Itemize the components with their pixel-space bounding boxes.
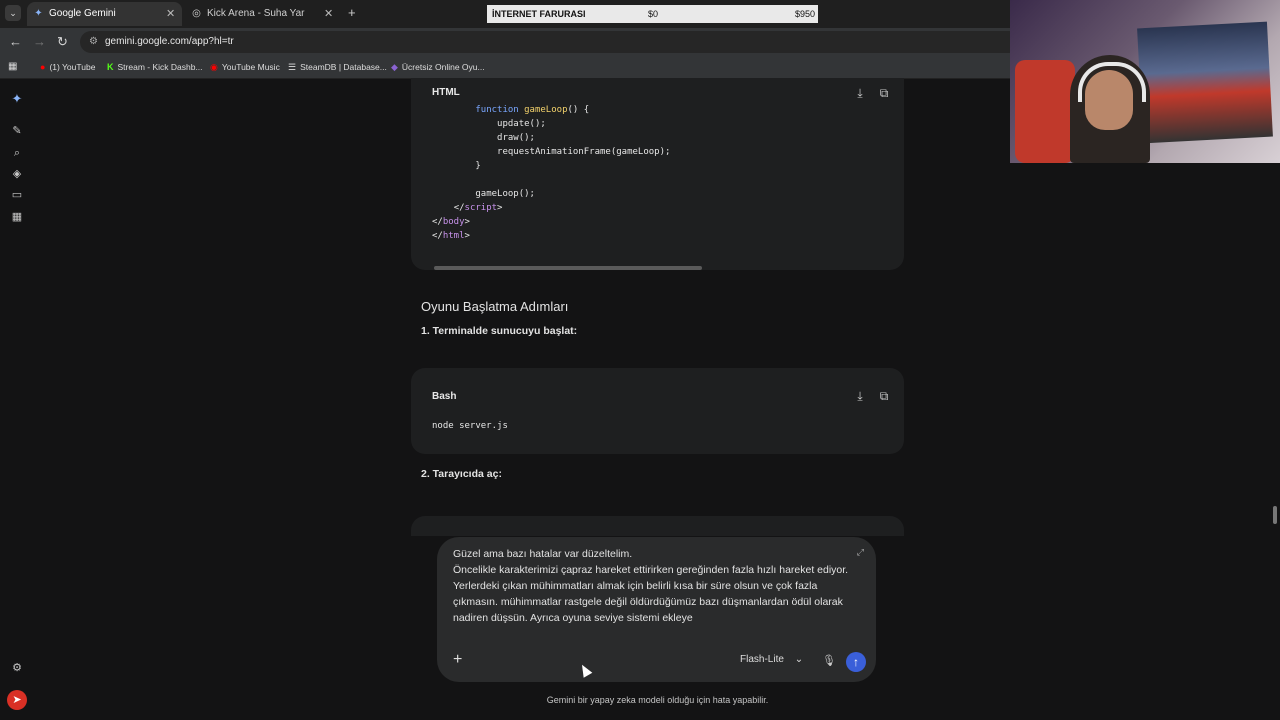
code-content: node server.js (432, 421, 508, 431)
code-block-partial (411, 516, 904, 536)
copy-icon[interactable]: ⧉ (877, 389, 891, 403)
bookmark-label: Ücretsiz Online Oyu... (401, 62, 485, 72)
step-2: 2. Tarayıcıda aç: (421, 468, 502, 480)
address-bar[interactable]: ⚙ gemini.google.com/app?hl=tr (80, 31, 1020, 53)
tab-search-button[interactable]: ⌄ (5, 5, 21, 21)
model-label: Flash-Lite (740, 654, 784, 665)
wall-poster (1137, 21, 1273, 144)
ticker-goal: $950 (795, 9, 816, 19)
section-title: Oyunu Başlatma Adımları (421, 299, 569, 314)
gemini-logo-icon[interactable]: ✦ (10, 92, 24, 106)
code-token: body (442, 217, 465, 227)
code-line: requestAnimationFrame(gameLoop); (432, 145, 670, 159)
webcam-overlay (1010, 0, 1280, 163)
globe-icon: ◎ (192, 8, 201, 19)
search-icon[interactable]: ⌕ (10, 146, 24, 160)
library-icon[interactable]: ▭ (10, 188, 24, 202)
code-scrollbar[interactable] (434, 266, 702, 270)
code-token: () { (567, 105, 590, 115)
code-line: function gameLoop() { (432, 103, 670, 117)
tab-kick-arena[interactable]: ◎ Kick Arena - Suha Yar ✕ (185, 2, 340, 26)
code-line: update(); (432, 117, 670, 131)
code-token: </ (453, 203, 465, 213)
game-icon: ◆ (391, 62, 398, 72)
gems-icon[interactable]: ◈ (10, 167, 24, 181)
url-text: gemini.google.com/app?hl=tr (105, 36, 234, 47)
code-line: draw(); (432, 131, 670, 145)
code-line: </html> (432, 229, 670, 243)
code-line: </body> (432, 215, 670, 229)
code-token: } (475, 161, 481, 171)
code-token: script (464, 203, 498, 213)
code-content: function gameLoop() { update(); draw(); … (432, 103, 670, 243)
prompt-box[interactable]: Güzel ama bazı hatalar var düzeltelim. Ö… (437, 537, 876, 682)
send-button[interactable]: ↑ (846, 652, 866, 672)
code-block-bash: Bash ⤓ ⧉ node server.js (411, 368, 904, 454)
code-token: > (497, 203, 503, 213)
bookmark-youtube[interactable]: ● (1) YouTube (40, 56, 95, 78)
code-token: html (442, 231, 465, 241)
tab-title: Kick Arena - Suha Yar (207, 8, 305, 19)
kick-icon: K (107, 62, 114, 72)
bookmark-label: Stream - Kick Dashb... (117, 62, 203, 72)
tab-title: Google Gemini (49, 8, 116, 19)
settings-icon[interactable]: ⚙ (10, 661, 24, 675)
page-scrollbar[interactable] (1273, 506, 1277, 524)
back-icon[interactable]: ← (9, 34, 22, 50)
close-tab-icon[interactable]: ✕ (166, 2, 175, 26)
code-token: update(); (497, 119, 546, 129)
code-token: gameLoop(); (475, 189, 535, 199)
new-tab-button[interactable]: + (348, 6, 356, 20)
code-token: requestAnimationFrame(gameLoop); (497, 147, 671, 157)
site-info-icon[interactable]: ⚙ (89, 36, 98, 48)
step-1: 1. Terminalde sunucuyu başlat: (421, 325, 578, 337)
code-line: } (432, 159, 670, 173)
code-token: function (475, 105, 519, 115)
model-selector[interactable]: Flash-Lite ⌄ (740, 654, 803, 665)
ticker-current: $0 (648, 9, 659, 19)
code-line: </script> (432, 201, 670, 215)
code-token: draw(); (497, 133, 535, 143)
donation-ticker: İNTERNET FARURASI $0 $950 (487, 5, 818, 23)
forward-icon[interactable]: → (33, 34, 46, 50)
download-icon[interactable]: ⤓ (853, 389, 867, 403)
gemini-icon: ✦ (34, 8, 43, 19)
youtube-icon: ● (40, 62, 46, 72)
apps-icon[interactable]: ▦ (10, 210, 24, 224)
code-token: </ (432, 217, 443, 227)
code-token: > (464, 217, 470, 227)
prompt-input[interactable]: Güzel ama bazı hatalar var düzeltelim. Ö… (453, 546, 853, 626)
gaming-chair (1015, 60, 1075, 163)
code-token: > (464, 231, 470, 241)
steamdb-icon: ☰ (288, 62, 297, 72)
code-token: </ (432, 231, 443, 241)
close-tab-icon[interactable]: ✕ (324, 2, 333, 26)
bookmark-youtube-music[interactable]: ◉ YouTube Music (210, 56, 280, 78)
add-attachment-button[interactable]: + (453, 652, 462, 668)
bookmark-steamdb[interactable]: ☰ SteamDB | Database... (288, 56, 387, 78)
youtube-music-icon: ◉ (210, 62, 218, 72)
download-icon[interactable]: ⤓ (853, 86, 867, 100)
tab-google-gemini[interactable]: ✦ Google Gemini ✕ (27, 2, 182, 26)
reload-icon[interactable]: ↻ (57, 34, 68, 50)
code-language-label: HTML (432, 87, 460, 98)
new-chat-icon[interactable]: ✎ (10, 124, 24, 138)
chevron-down-icon: ⌄ (794, 654, 804, 665)
bookmark-online-games[interactable]: ◆ Ücretsiz Online Oyu... (391, 56, 485, 78)
code-token: gameLoop (518, 105, 568, 115)
ticker-label: İNTERNET FARURASI (492, 9, 586, 19)
microphone-icon[interactable]: 🎙 (822, 654, 836, 667)
copy-icon[interactable]: ⧉ (877, 86, 891, 100)
bookmark-label: YouTube Music (221, 62, 280, 72)
disclaimer: Gemini bir yapay zeka modeli olduğu için… (546, 695, 769, 705)
bookmark-kick[interactable]: K Stream - Kick Dashb... (107, 56, 203, 78)
expand-icon[interactable]: ⤢ (857, 547, 864, 558)
apps-icon[interactable]: ▦ (8, 56, 17, 78)
code-language-label: Bash (432, 391, 457, 402)
code-block-html: HTML ⤓ ⧉ function gameLoop() { update();… (411, 78, 904, 270)
bookmark-label: SteamDB | Database... (300, 62, 387, 72)
bookmark-label: (1) YouTube (49, 62, 96, 72)
code-line: gameLoop(); (432, 187, 670, 201)
